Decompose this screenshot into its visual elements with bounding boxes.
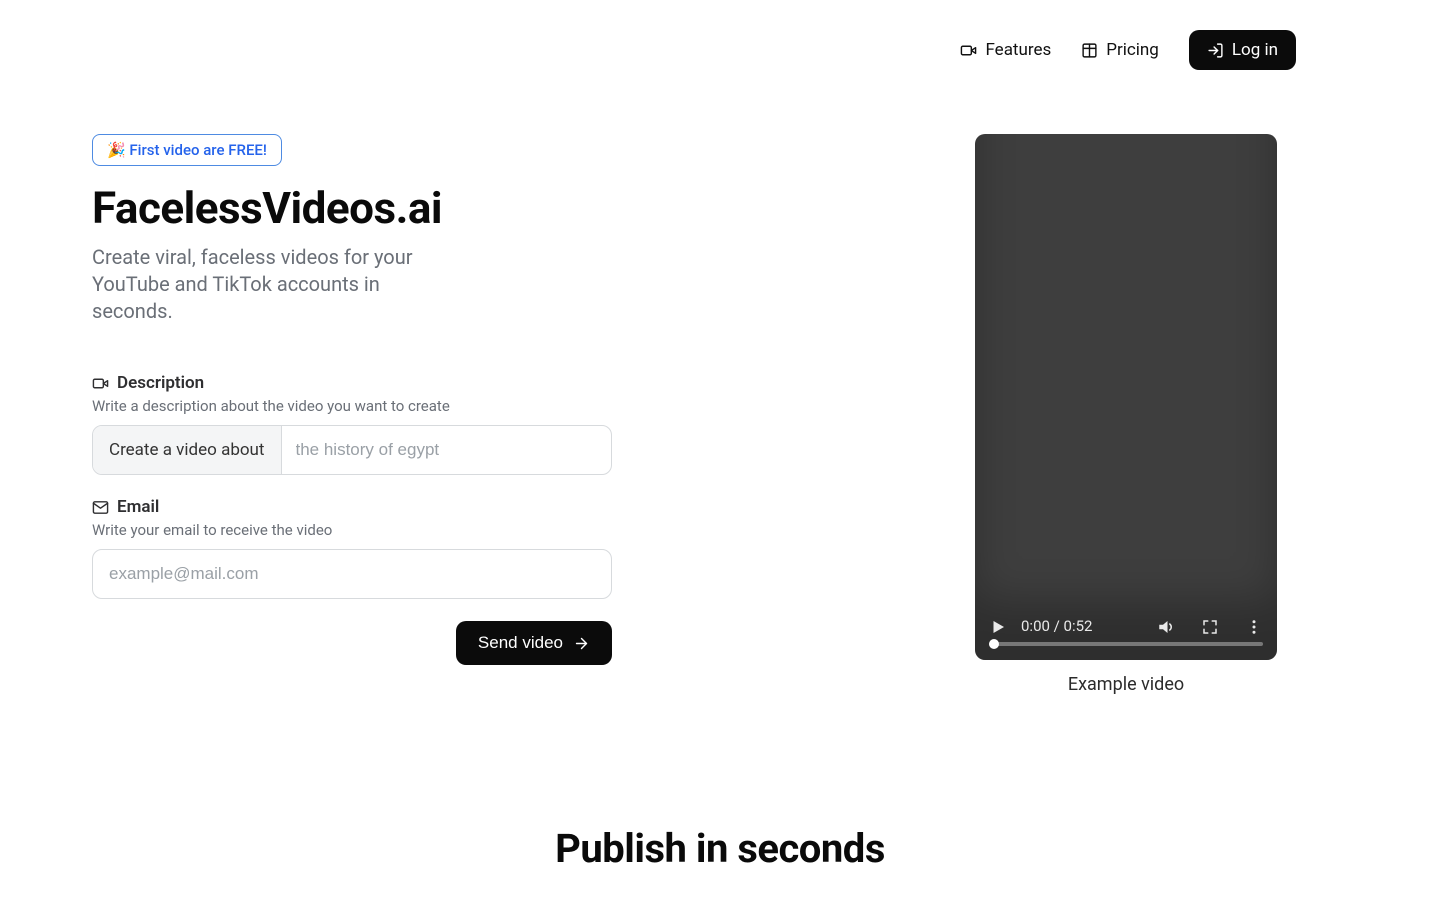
email-label-text: Email <box>117 497 159 517</box>
hero-section: 🎉 First video are FREE! FacelessVideos.a… <box>0 70 1440 695</box>
top-nav: Features Pricing Log in <box>960 30 1296 70</box>
mail-icon <box>92 497 109 517</box>
hero-right: 0:00 / 0:52 <box>956 134 1296 695</box>
video-controls-left: 0:00 / 0:52 <box>989 617 1092 636</box>
promo-badge-label: 🎉 First video are FREE! <box>107 141 267 159</box>
package-icon <box>1081 40 1098 60</box>
description-field-group: Description Write a description about th… <box>92 373 612 475</box>
login-button[interactable]: Log in <box>1189 30 1296 70</box>
video-seek-bar[interactable] <box>989 642 1263 646</box>
video-icon <box>960 40 977 60</box>
description-input[interactable] <box>282 426 612 474</box>
create-video-form: Description Write a description about th… <box>92 373 612 665</box>
page-subtitle: Create viral, faceless videos for your Y… <box>92 244 452 325</box>
video-time: 0:00 / 0:52 <box>1021 617 1092 635</box>
email-label: Email <box>92 497 612 517</box>
example-video-caption: Example video <box>1068 674 1184 695</box>
promo-badge: 🎉 First video are FREE! <box>92 134 282 166</box>
description-hint: Write a description about the video you … <box>92 397 612 415</box>
more-vertical-icon[interactable] <box>1245 617 1263 636</box>
video-controls: 0:00 / 0:52 <box>989 617 1263 636</box>
description-input-addon: Create a video about <box>93 426 282 474</box>
login-label: Log in <box>1232 40 1278 60</box>
email-hint: Write your email to receive the video <box>92 521 612 539</box>
play-icon[interactable] <box>989 617 1007 636</box>
page-title: FacelessVideos.ai <box>92 182 632 234</box>
send-video-button[interactable]: Send video <box>456 621 612 665</box>
nav-pricing-label: Pricing <box>1106 40 1159 60</box>
email-input[interactable] <box>92 549 612 599</box>
header: Features Pricing Log in <box>0 0 1440 70</box>
video-controls-right <box>1157 617 1263 636</box>
fullscreen-icon[interactable] <box>1201 617 1219 636</box>
arrow-right-icon <box>573 633 590 653</box>
send-video-label: Send video <box>478 633 563 653</box>
section-publish-title: Publish in seconds <box>0 825 1440 872</box>
video-seek-handle[interactable] <box>989 639 999 649</box>
video-icon <box>92 373 109 393</box>
volume-icon[interactable] <box>1157 617 1175 636</box>
description-label: Description <box>92 373 612 393</box>
nav-pricing[interactable]: Pricing <box>1081 40 1159 60</box>
login-icon <box>1207 40 1224 60</box>
email-field-group: Email Write your email to receive the vi… <box>92 497 612 599</box>
hero-left: 🎉 First video are FREE! FacelessVideos.a… <box>92 134 632 695</box>
example-video-player[interactable]: 0:00 / 0:52 <box>975 134 1277 660</box>
nav-features-label: Features <box>985 40 1051 60</box>
nav-features[interactable]: Features <box>960 40 1051 60</box>
description-label-text: Description <box>117 373 204 393</box>
form-actions: Send video <box>92 621 612 665</box>
description-input-group: Create a video about <box>92 425 612 475</box>
